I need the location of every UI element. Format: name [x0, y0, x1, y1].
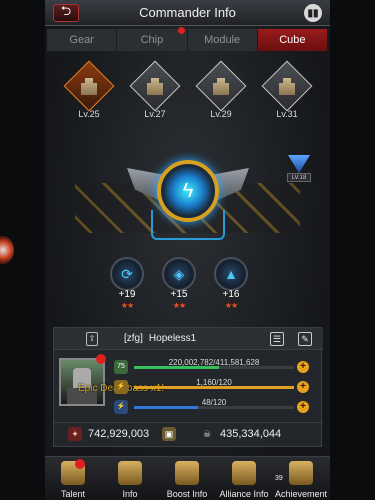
- player-name: [zfg] Hopeless1: [124, 333, 196, 344]
- tab-module[interactable]: Module: [187, 29, 258, 51]
- cube-item[interactable]: Lv.25: [63, 60, 115, 120]
- cube-level: Lv.25: [78, 109, 100, 119]
- bottom-nav: Talent Info Boost Info Alliance Info 39 …: [45, 456, 330, 500]
- tab-chip[interactable]: Chip: [117, 27, 188, 51]
- add-button[interactable]: +: [297, 381, 309, 393]
- nav-achievement[interactable]: 39 Achievement: [273, 459, 329, 500]
- nav-label: Alliance Info: [219, 489, 269, 499]
- tab-chip-label: Chip: [140, 34, 164, 46]
- notes-icon: ☰: [272, 334, 282, 344]
- power-icon: ✦: [68, 427, 82, 441]
- page-title: Commander Info: [139, 5, 236, 20]
- nav-alliance-info[interactable]: Alliance Info: [216, 459, 272, 500]
- edit-icon: ✎: [301, 334, 309, 344]
- module-slot[interactable]: ◈ +15 ★★: [159, 257, 199, 315]
- cube-item[interactable]: Lv.27: [129, 60, 181, 120]
- module-slot[interactable]: ▲ +16 ★★: [211, 257, 251, 315]
- rank-icon: ⇧: [86, 332, 98, 346]
- skull-icon: ☠: [202, 429, 212, 439]
- energy-core-icon: ϟ: [157, 160, 219, 222]
- achievement-icon: [289, 461, 313, 485]
- nav-info[interactable]: Info: [102, 459, 158, 500]
- notification-dot: [75, 459, 85, 469]
- nav-talent[interactable]: Talent: [45, 459, 101, 500]
- commander-info-screen: ⮌ Commander Info ▮▮ Gear Chip Module Cub…: [45, 0, 330, 500]
- boost-icon: [175, 461, 199, 485]
- tab-module-label: Module: [204, 34, 241, 46]
- stats-icon: ▮▮: [307, 7, 319, 19]
- player-panel: ⇧ [zfg]Hopeless1 ☰ ✎ Epic Deathbass x1! …: [53, 327, 323, 447]
- stat-value: 48/120: [201, 398, 227, 407]
- notes-button[interactable]: ☰: [270, 332, 284, 346]
- nav-label: Boost Info: [166, 489, 208, 499]
- player-name-text: Hopeless1: [148, 333, 197, 344]
- nav-label: Achievement: [274, 489, 328, 499]
- stat-row-energy: ⚡ 48/120 +: [114, 398, 309, 414]
- cube-level: Lv.27: [144, 109, 166, 119]
- avatar[interactable]: [59, 358, 105, 406]
- tab-gear[interactable]: Gear: [47, 29, 118, 51]
- module-arrow-icon: ▲: [214, 257, 248, 291]
- notification-dot: [96, 354, 106, 364]
- stamina-icon: ⚡: [114, 380, 128, 394]
- shield-icon: [288, 155, 310, 173]
- stat-value: 1,160/120: [196, 378, 232, 387]
- slot-bonus: +19: [118, 289, 136, 300]
- kills-icon: ▣: [162, 427, 176, 441]
- cube-level: Lv.31: [276, 109, 298, 119]
- player-name-row: ⇧ [zfg] Hopeless1 ☰ ✎: [54, 328, 323, 350]
- module-arrow-icon: ◈: [162, 257, 196, 291]
- slot-stars: ★★: [224, 301, 238, 310]
- tab-cube-label: Cube: [279, 34, 306, 46]
- back-arrow-icon: ⮌: [60, 3, 72, 18]
- title-bar: ⮌ Commander Info ▮▮: [45, 0, 330, 26]
- rank-level: LV.18: [287, 173, 311, 182]
- add-button[interactable]: +: [297, 401, 309, 413]
- alliance-tag: [zfg]: [124, 333, 143, 344]
- stat-row-stamina: ⚡ 1,160/120 +: [114, 378, 309, 394]
- nav-boost-info[interactable]: Boost Info: [159, 459, 215, 500]
- module-slot[interactable]: ⟳ +19 ★★: [107, 257, 147, 315]
- module-arrow-icon: ⟳: [110, 257, 144, 291]
- cube-item[interactable]: Lv.31: [261, 60, 313, 120]
- tab-cube[interactable]: Cube: [257, 29, 328, 51]
- back-button[interactable]: ⮌: [53, 3, 79, 22]
- cube-level: Lv.29: [210, 109, 232, 119]
- rank-badge[interactable]: LV.18: [285, 155, 313, 183]
- slot-bonus: +16: [222, 289, 240, 300]
- edit-button[interactable]: ✎: [298, 332, 312, 346]
- stat-row-exp: 75 220,002,782/411,581,628 +: [114, 358, 309, 374]
- stats-button[interactable]: ▮▮: [304, 4, 322, 22]
- cube-core[interactable]: ϟ: [127, 158, 249, 248]
- info-icon: [118, 461, 142, 485]
- cube-item[interactable]: Lv.29: [195, 60, 247, 120]
- slot-bonus: +15: [170, 289, 188, 300]
- stat-value: 220,002,782/411,581,628: [168, 358, 260, 367]
- kills-value: 435,334,044: [220, 428, 282, 440]
- side-event-icon[interactable]: [0, 236, 14, 264]
- tab-gear-label: Gear: [69, 34, 94, 46]
- nav-label: Talent: [60, 489, 86, 499]
- alliance-icon: [232, 461, 256, 485]
- add-button[interactable]: +: [297, 361, 309, 373]
- cube-selector: Lv.25 Lv.27 Lv.29 Lv.31: [59, 60, 319, 123]
- achievement-count: 39: [275, 475, 283, 482]
- module-slots: ⟳ +19 ★★ ◈ +15 ★★ ▲ +16 ★★: [107, 257, 267, 317]
- slot-stars: ★★: [172, 301, 186, 310]
- slot-stars: ★★: [120, 301, 134, 310]
- energy-icon: ⚡: [114, 400, 128, 414]
- nav-label: Info: [122, 489, 138, 499]
- power-row: ✦ 742,929,003 ▣ ☠ 435,334,044: [54, 422, 323, 444]
- level-badge-icon: 75: [114, 360, 128, 374]
- tab-bar: Gear Chip Module Cube: [47, 27, 328, 51]
- notification-dot: [177, 27, 185, 34]
- power-value: 742,929,003: [88, 428, 150, 440]
